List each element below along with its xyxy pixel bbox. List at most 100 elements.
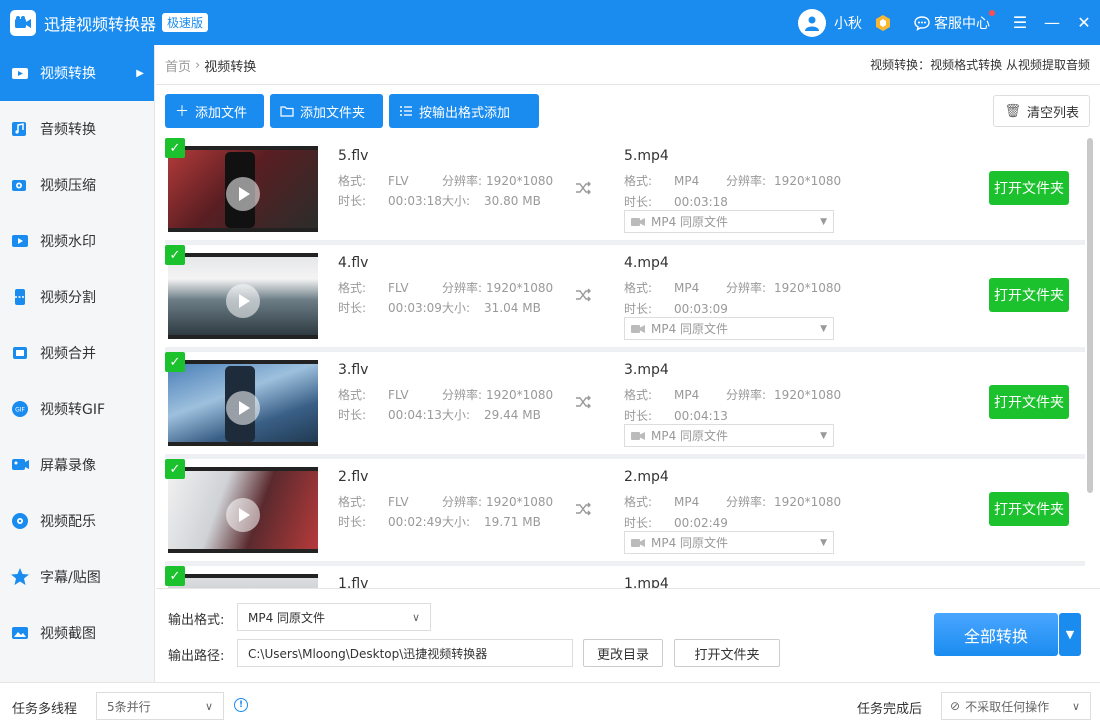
svg-text:GIF: GIF xyxy=(15,407,25,414)
play-icon[interactable] xyxy=(226,284,260,318)
output-select-value: MP4 同原文件 xyxy=(651,429,729,443)
source-duration: 时长: 00:04:13 xyxy=(338,408,442,422)
chevron-down-icon: ▼ xyxy=(820,323,827,334)
video-thumbnail[interactable] xyxy=(168,467,318,553)
folder-icon xyxy=(280,106,294,117)
open-output-folder-button[interactable]: 打开文件夹 xyxy=(674,639,780,667)
add-folder-button[interactable]: 添加文件夹 xyxy=(270,94,383,128)
output-format-select[interactable]: MP4 同原文件 ▼ xyxy=(624,317,834,340)
file-list-scrollbar[interactable] xyxy=(1087,138,1093,493)
chevron-down-icon: ∨ xyxy=(411,610,420,624)
after-complete-select[interactable]: ⊘ 不采取任何操作 ∨ xyxy=(941,692,1091,720)
sidebar-item-screen-record[interactable]: 屏幕录像 xyxy=(0,437,154,493)
source-size: 大小: 19.71 MB xyxy=(442,515,541,529)
minimize-icon[interactable]: — xyxy=(1036,0,1068,45)
sidebar-item-video-to-gif[interactable]: GIF 视频转GIF xyxy=(0,381,154,437)
sidebar-item-video-merge[interactable]: 视频合并 xyxy=(0,325,154,381)
source-size: 大小: 29.44 MB xyxy=(442,408,541,422)
breadcrumb: 首页 › 视频转换 xyxy=(165,45,256,85)
output-format-dropdown[interactable]: MP4 同原文件 ∨ xyxy=(237,603,431,631)
chevron-down-icon: ▼ xyxy=(820,216,827,227)
sidebar-item-video-music[interactable]: 视频配乐 xyxy=(0,493,154,549)
output-file-name: 5.mp4 xyxy=(624,148,669,164)
sidebar-item-label: 视频水印 xyxy=(40,234,96,250)
video-camera-icon xyxy=(631,431,645,440)
add-by-format-button[interactable]: 按输出格式添加 xyxy=(389,94,539,128)
sidebar-item-video-compress[interactable]: 视频压缩 xyxy=(0,157,154,213)
menu-icon[interactable]: ☰ xyxy=(1004,0,1036,45)
clear-list-button[interactable]: 🗑 清空列表 xyxy=(993,95,1090,127)
open-folder-button[interactable]: 打开文件夹 xyxy=(989,278,1069,312)
source-file-name: 2.flv xyxy=(338,469,369,485)
change-directory-button[interactable]: 更改目录 xyxy=(583,639,663,667)
notification-dot xyxy=(989,9,995,16)
sidebar-item-video-watermark[interactable]: 视频水印 xyxy=(0,213,154,269)
sidebar-item-video-screenshot[interactable]: 视频截图 xyxy=(0,605,154,661)
add-folder-label: 添加文件夹 xyxy=(300,105,366,121)
open-folder-button[interactable]: 打开文件夹 xyxy=(989,171,1069,205)
multithread-select[interactable]: 5条并行 ∨ xyxy=(96,692,224,720)
file-row[interactable]: ✓ 5.flv 格式: FLV 分辨率: 1920*1080 时长: 00:03:18… xyxy=(165,138,1085,240)
convert-arrow-icon xyxy=(576,181,591,195)
trash-icon: 🗑 xyxy=(1004,103,1021,119)
source-file-name: 4.flv xyxy=(338,255,369,271)
file-row[interactable]: ✓ 2.flv 格式: FLV 分辨率: 1920*1080 时长: 00:02:49… xyxy=(165,459,1085,561)
subtitle-sticker-icon xyxy=(11,568,29,585)
multithread-label: 任务多线程 xyxy=(12,702,78,717)
open-folder-button[interactable]: 打开文件夹 xyxy=(989,385,1069,419)
convert-arrow-icon xyxy=(576,502,591,516)
video-thumbnail[interactable] xyxy=(168,360,318,446)
vip-badge-icon[interactable] xyxy=(874,14,892,32)
video-thumbnail[interactable] xyxy=(168,253,318,339)
sidebar-item-subtitle-sticker[interactable]: 字幕/贴图 xyxy=(0,549,154,605)
breadcrumb-home[interactable]: 首页 xyxy=(165,56,191,75)
output-resolution: 分辨率: 1920*1080 xyxy=(726,388,842,402)
output-file-name: 1.mp4 xyxy=(624,576,669,588)
sidebar-item-video-split[interactable]: 视频分割 xyxy=(0,269,154,325)
convert-all-button[interactable]: 全部转换 xyxy=(934,613,1058,656)
output-resolution: 分辨率: 1920*1080 xyxy=(726,174,842,188)
checkbox-checked-icon[interactable]: ✓ xyxy=(165,459,185,479)
play-icon[interactable] xyxy=(226,498,260,532)
play-icon[interactable] xyxy=(226,177,260,211)
video-music-icon xyxy=(12,513,28,529)
video-camera-icon xyxy=(631,538,645,547)
info-icon[interactable]: ! xyxy=(234,698,248,712)
list-icon xyxy=(400,106,412,116)
username[interactable]: 小秋 xyxy=(834,13,862,33)
output-resolution: 分辨率: 1920*1080 xyxy=(726,281,842,295)
file-row[interactable]: ✓ 4.flv 格式: FLV 分辨率: 1920*1080 时长: 00:03:09… xyxy=(165,245,1085,347)
sidebar-item-video-convert[interactable]: 视频转换 ▶ xyxy=(0,45,154,101)
app-title: 迅捷视频转换器 xyxy=(44,14,157,34)
add-file-button[interactable]: ＋ 添加文件 xyxy=(165,94,264,128)
open-folder-button[interactable]: 打开文件夹 xyxy=(989,492,1069,526)
convert-options-chevron-down-icon[interactable]: ▼ xyxy=(1059,613,1081,656)
file-row[interactable]: ✓ 3.flv 格式: FLV 分辨率: 1920*1080 时长: 00:04:13… xyxy=(165,352,1085,454)
video-thumbnail[interactable] xyxy=(168,146,318,232)
close-icon[interactable]: ✕ xyxy=(1068,0,1100,45)
source-file-name: 1.flv xyxy=(338,576,369,588)
sidebar-item-label: 视频转GIF xyxy=(40,402,106,418)
output-format-select[interactable]: MP4 同原文件 ▼ xyxy=(624,424,834,447)
sidebar-item-audio-convert[interactable]: 音频转换 xyxy=(0,101,154,157)
output-format-select[interactable]: MP4 同原文件 ▼ xyxy=(624,531,834,554)
output-path-field[interactable]: C:\Users\Mloong\Desktop\迅捷视频转换器 xyxy=(237,639,573,667)
chevron-down-icon: ▼ xyxy=(820,430,827,441)
clear-list-label: 清空列表 xyxy=(1026,105,1079,121)
service-label: 客服中心 xyxy=(934,15,990,32)
after-complete-label: 任务完成后 xyxy=(857,702,923,717)
plus-icon: ＋ xyxy=(175,104,189,120)
checkbox-checked-icon[interactable]: ✓ xyxy=(165,352,185,372)
play-icon[interactable] xyxy=(226,391,260,425)
avatar[interactable] xyxy=(798,8,826,37)
checkbox-checked-icon[interactable]: ✓ xyxy=(165,138,185,158)
video-thumbnail[interactable] xyxy=(168,574,318,588)
output-format-select[interactable]: MP4 同原文件 ▼ xyxy=(624,210,834,233)
sidebar-item-label: 音频转换 xyxy=(40,122,96,138)
sidebar: 视频转换 ▶ 音频转换 视频压缩 视频水印 视频分割 视频合并 GIF 视频转G… xyxy=(0,45,155,682)
file-row[interactable]: ✓ 1.flv 1.mp4 xyxy=(165,566,1085,588)
output-format: 格式: MP4 xyxy=(624,495,700,509)
customer-service-button[interactable]: 客服中心 xyxy=(914,9,995,33)
checkbox-checked-icon[interactable]: ✓ xyxy=(165,245,185,265)
checkbox-checked-icon[interactable]: ✓ xyxy=(165,566,185,586)
